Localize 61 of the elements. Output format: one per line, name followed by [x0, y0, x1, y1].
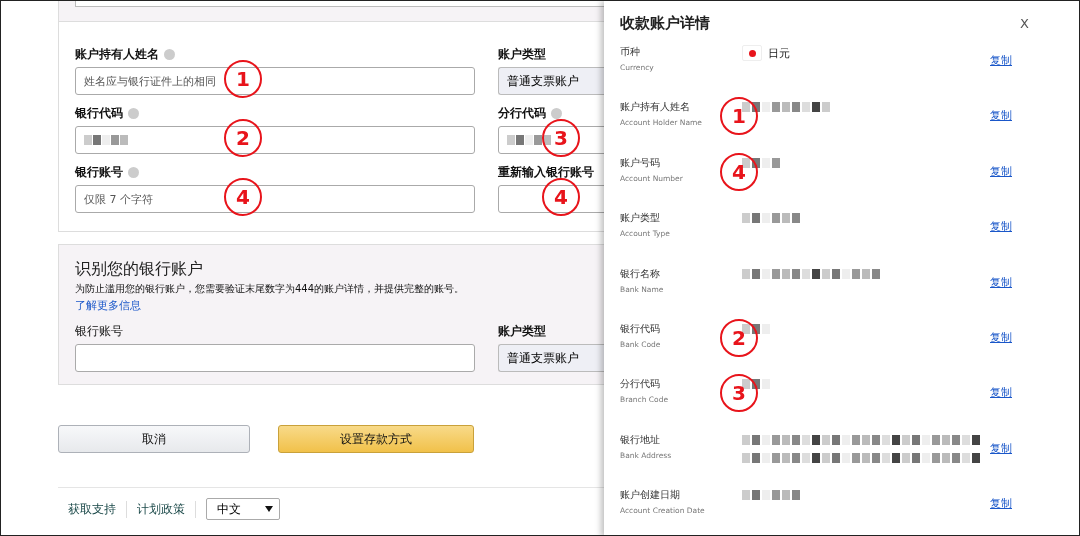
- annotation-circle: 4: [224, 178, 262, 216]
- cancel-button[interactable]: 取消: [58, 425, 250, 453]
- text-input[interactable]: [75, 344, 475, 372]
- annotation-circle: 3: [720, 374, 758, 413]
- submit-button[interactable]: 设置存款方式: [278, 425, 474, 453]
- blurred-value: [742, 211, 802, 224]
- blurred-input[interactable]: [498, 126, 607, 154]
- field-label: 账户持有人姓名: [75, 45, 159, 63]
- section-description: 为防止滥用您的银行账户，您需要验证末尾数字为444的账户详情，并提供完整的账号。: [75, 282, 465, 296]
- annotation-circle: 4: [542, 178, 580, 216]
- field-label: 银行账号: [75, 322, 123, 340]
- footer-link[interactable]: 计划政策: [127, 500, 196, 518]
- footer-link[interactable]: 获取支持: [58, 500, 127, 518]
- annotation-circle: 3: [542, 119, 580, 157]
- copy-link[interactable]: 复制: [990, 329, 1030, 345]
- caret-icon: [265, 506, 273, 512]
- copy-link[interactable]: 复制: [990, 274, 1030, 290]
- annotation-circle: 1: [720, 97, 758, 136]
- copy-link[interactable]: 复制: [990, 440, 1030, 456]
- text-input[interactable]: [75, 1, 607, 7]
- detail-label: 分行代码: [620, 377, 661, 392]
- help-icon[interactable]: [164, 48, 175, 60]
- learn-more-link[interactable]: 了解更多信息: [75, 298, 141, 313]
- detail-label: 账户创建日期: [620, 488, 681, 503]
- help-icon[interactable]: [128, 166, 139, 178]
- flag-icon: [742, 45, 762, 61]
- field-label: 重新输入银行账号: [498, 163, 594, 181]
- annotation-circle: 4: [720, 152, 758, 191]
- copy-link[interactable]: 复制: [990, 163, 1030, 179]
- copy-link[interactable]: 复制: [990, 385, 1030, 401]
- copy-link[interactable]: 复制: [990, 53, 1030, 68]
- copy-link[interactable]: 复制: [990, 108, 1030, 124]
- detail-label: 银行地址: [620, 432, 661, 447]
- annotation-circle: 1: [224, 60, 262, 98]
- annotation-circle: 2: [720, 318, 758, 357]
- annotation-circle: 2: [224, 119, 262, 157]
- language-select[interactable]: 中文: [206, 498, 280, 520]
- copy-link[interactable]: 复制: [990, 219, 1030, 235]
- field-label: 银行代码: [75, 104, 123, 122]
- panel-title: 收款账户详情: [620, 13, 710, 33]
- text-input[interactable]: [498, 185, 607, 213]
- currency-value: 日元: [768, 45, 790, 61]
- field-label: 账户类型: [498, 45, 546, 63]
- copy-link[interactable]: 复制: [990, 496, 1030, 512]
- field-label: 银行账号: [75, 163, 123, 181]
- blurred-input[interactable]: [75, 126, 475, 154]
- detail-label: 账户类型: [620, 211, 661, 226]
- field-label: 分行代码: [498, 104, 546, 122]
- account-type-select[interactable]: 普通支票账户: [498, 344, 607, 372]
- detail-label: 账户号码: [620, 155, 661, 170]
- account-type-select[interactable]: 普通支票账户: [498, 67, 607, 95]
- section-title: 识别您的银行账户: [75, 259, 203, 280]
- close-button[interactable]: X: [1020, 15, 1029, 31]
- help-icon[interactable]: [551, 107, 562, 119]
- detail-label: 银行代码: [620, 321, 661, 336]
- field-label: 账户类型: [498, 322, 546, 340]
- detail-label: 银行名称: [620, 266, 661, 281]
- detail-label: 账户持有人姓名: [620, 100, 691, 115]
- detail-label: 币种: [620, 45, 641, 59]
- help-icon[interactable]: [128, 107, 139, 119]
- blurred-value: [742, 488, 802, 501]
